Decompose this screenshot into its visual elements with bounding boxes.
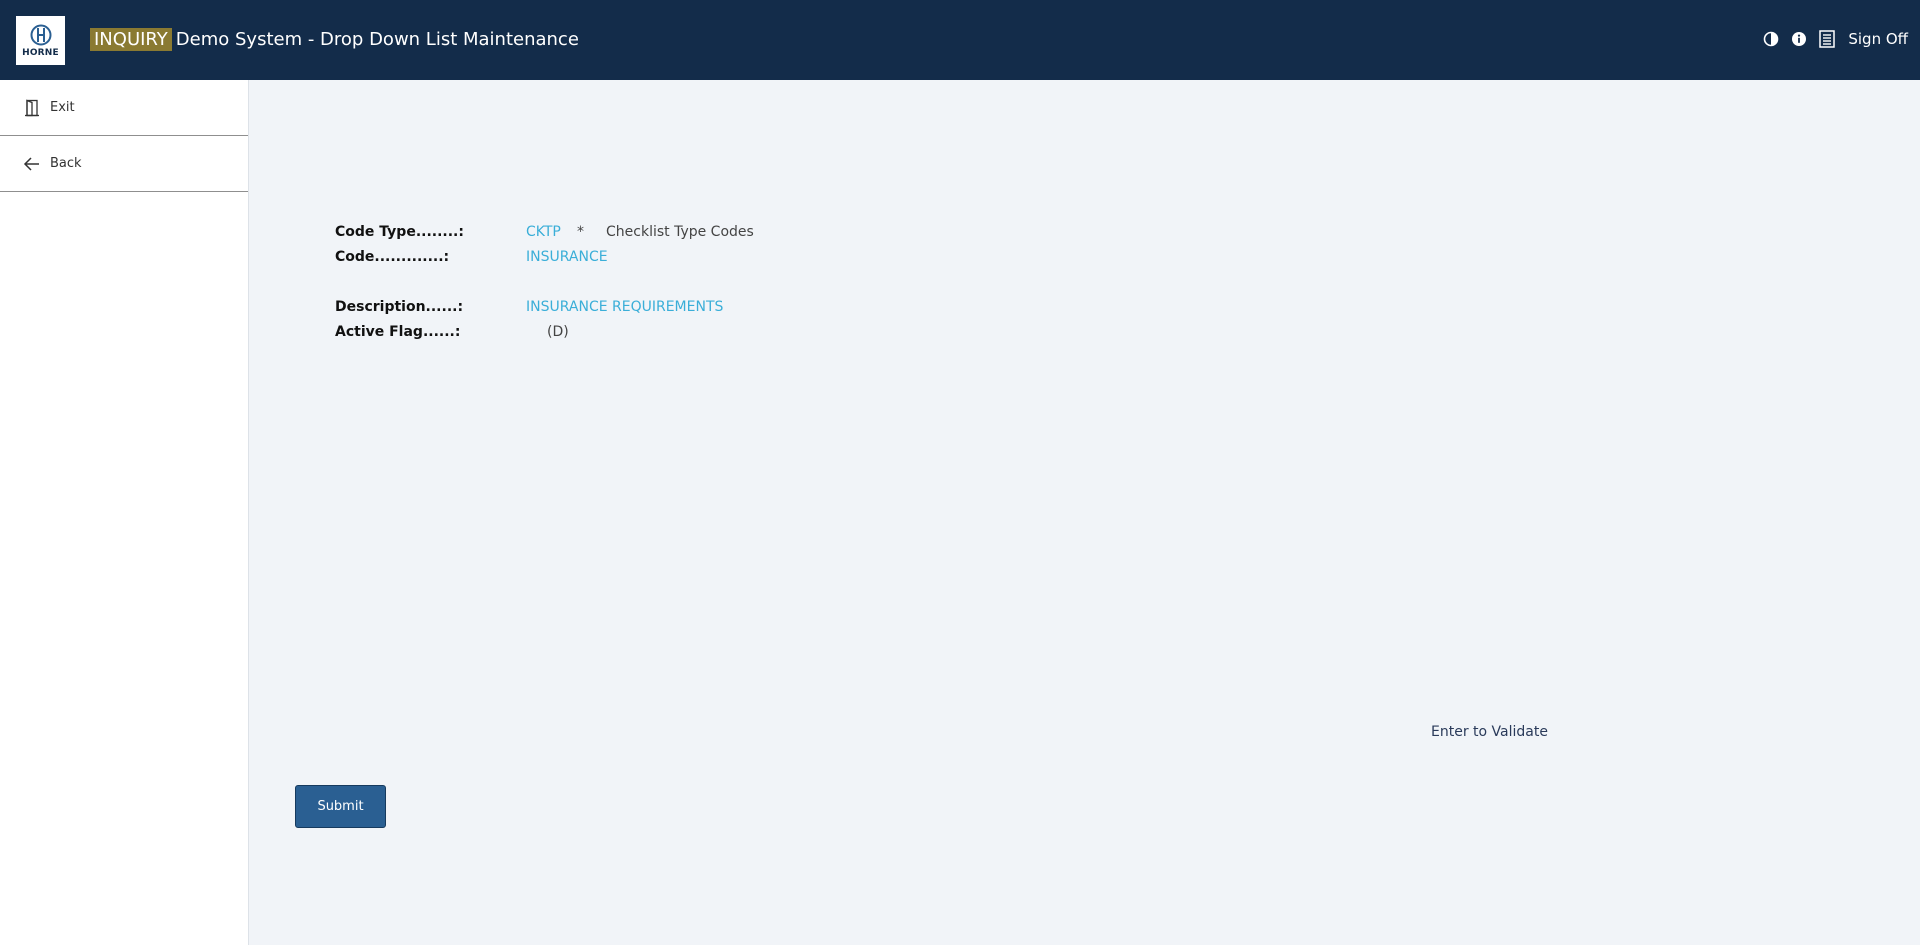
arrow-left-icon [22, 154, 42, 174]
code-type-description: Checklist Type Codes [606, 224, 754, 240]
active-flag-label: Active Flag......: [335, 324, 461, 340]
sidebar-item-exit[interactable]: Exit [0, 80, 248, 136]
sidebar-item-label: Exit [50, 100, 75, 115]
app-header: HORNE INQUIRY Demo System - Drop Down Li… [0, 0, 1920, 80]
title-text: Demo System - Drop Down List Maintenance [175, 29, 579, 50]
list-icon[interactable] [1818, 30, 1836, 48]
submit-button[interactable]: Submit [295, 785, 386, 828]
mode-badge: INQUIRY [90, 28, 172, 51]
sidebar: Exit Back [0, 80, 249, 945]
page-title: INQUIRY Demo System - Drop Down List Mai… [90, 28, 579, 51]
code-type-marker: * [577, 224, 584, 240]
main-content: Code Type........: CKTP * Checklist Type… [250, 80, 1920, 945]
info-icon[interactable] [1790, 30, 1808, 48]
description-label: Description......: [335, 299, 464, 315]
validate-hint: Enter to Validate [1431, 724, 1548, 740]
door-icon [22, 98, 42, 118]
horne-logo-mark-icon [30, 24, 51, 45]
code-value[interactable]: INSURANCE [526, 249, 608, 265]
code-type-label: Code Type........: [335, 224, 464, 240]
contrast-icon[interactable] [1762, 30, 1780, 48]
code-label: Code.............: [335, 249, 450, 265]
description-value[interactable]: INSURANCE REQUIREMENTS [526, 299, 723, 315]
code-type-value[interactable]: CKTP [526, 224, 561, 240]
logo-text: HORNE [22, 47, 59, 58]
sidebar-item-label: Back [50, 156, 82, 171]
header-actions: Sign Off [1762, 30, 1908, 48]
sidebar-item-back[interactable]: Back [0, 136, 248, 192]
sign-off-link[interactable]: Sign Off [1848, 30, 1908, 48]
active-flag-value[interactable]: (D) [547, 324, 569, 340]
horne-logo[interactable]: HORNE [16, 16, 65, 65]
